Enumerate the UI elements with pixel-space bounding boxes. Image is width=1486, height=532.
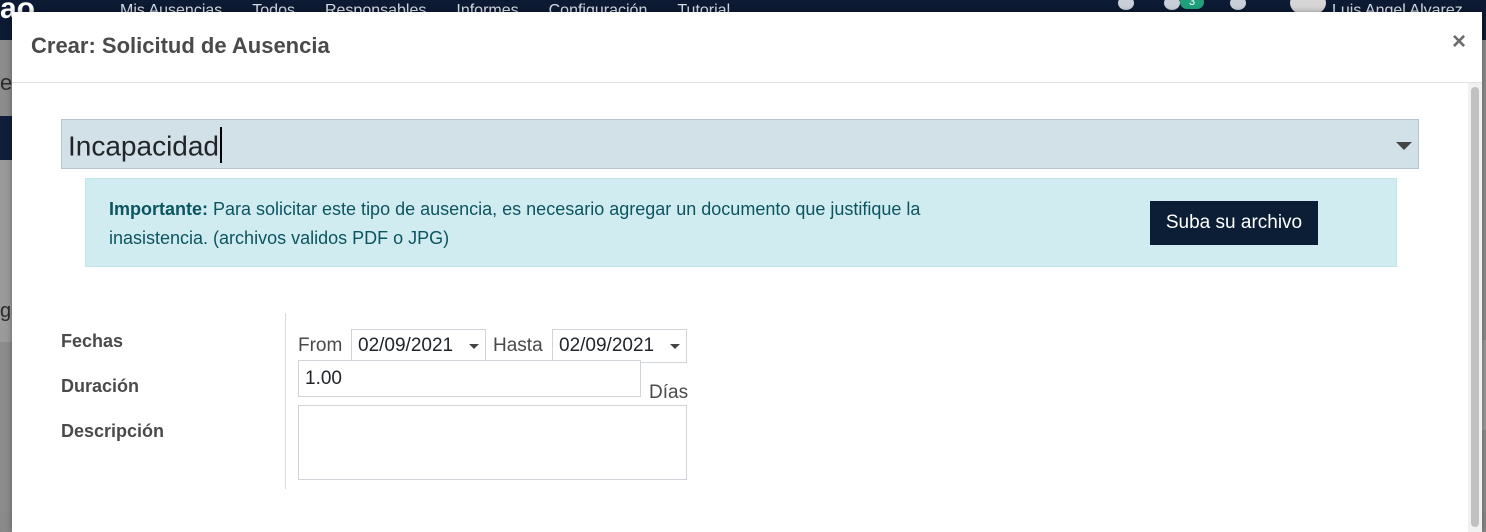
duration-unit: Días [649, 382, 689, 403]
bug-icon[interactable] [1118, 0, 1134, 10]
background-edge-text: e [0, 70, 13, 95]
background-edge-text: g [0, 300, 12, 322]
leave-request-dialog: Crear: Solicitud de Ausencia × Incapacid… [12, 12, 1482, 532]
from-label: From [298, 335, 343, 356]
date-to-field[interactable]: 02/09/2021 [552, 329, 687, 363]
dialog-header: Crear: Solicitud de Ausencia × [12, 12, 1482, 83]
dropdown-arrow-icon[interactable] [1396, 142, 1412, 150]
date-from-field[interactable]: 02/09/2021 [351, 329, 486, 363]
to-label: Hasta [493, 335, 543, 356]
dialog-body: Incapacidad Importante: Para solicitar e… [12, 83, 1482, 532]
scrollbar-thumb[interactable] [1471, 87, 1479, 527]
description-label: Descripción [61, 421, 165, 441]
chat-icon[interactable] [1164, 0, 1180, 10]
alert-strong: Importante: [109, 199, 208, 219]
alert-message: Importante: Para solicitar este tipo de … [109, 195, 1009, 253]
clock-icon[interactable] [1230, 0, 1246, 10]
duration-input[interactable]: 1.00 [298, 360, 641, 397]
text-cursor [220, 127, 223, 163]
duration-label: Duración [61, 376, 140, 396]
date-from-value[interactable]: 02/09/2021 [358, 335, 453, 357]
alert-text: Para solicitar este tipo de ausencia, es… [109, 199, 921, 248]
description-textarea[interactable] [298, 405, 687, 480]
close-button[interactable]: × [1452, 30, 1466, 54]
dropdown-arrow-icon[interactable] [469, 344, 479, 349]
duration-value[interactable]: 1.00 [305, 368, 342, 390]
dropdown-arrow-icon[interactable] [670, 344, 680, 349]
chat-badge: 3 [1180, 0, 1204, 9]
leave-type-value[interactable]: Incapacidad [68, 127, 223, 166]
dates-label: Fechas [61, 331, 124, 351]
dialog-title: Crear: Solicitud de Ausencia [31, 33, 330, 58]
scrollbar[interactable] [1468, 83, 1482, 532]
background-panel [1482, 340, 1486, 430]
info-alert: Importante: Para solicitar este tipo de … [85, 178, 1397, 267]
leave-type-select[interactable]: Incapacidad [61, 119, 1419, 169]
upload-file-button[interactable]: Suba su archivo [1150, 201, 1318, 245]
date-to-value[interactable]: 02/09/2021 [559, 335, 654, 357]
form-divider [285, 313, 286, 489]
